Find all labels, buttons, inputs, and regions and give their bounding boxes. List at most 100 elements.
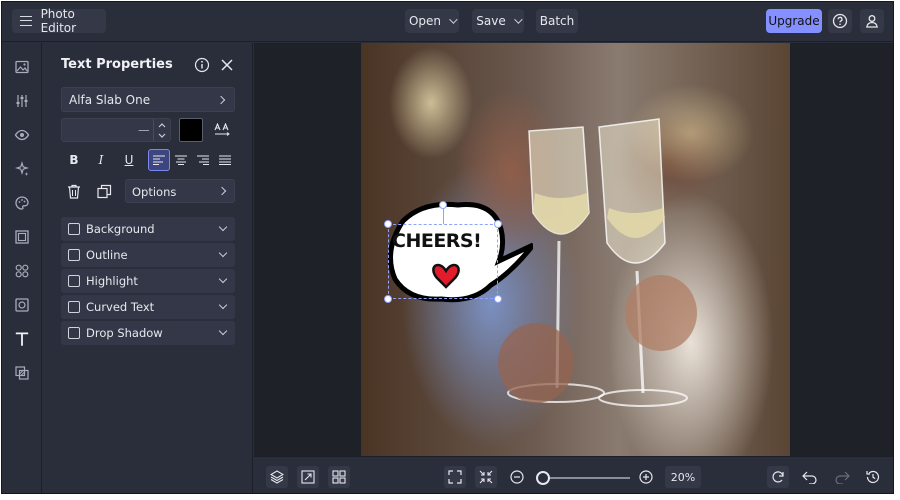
panel-title: Text Properties	[61, 57, 173, 72]
shapes-icon	[15, 264, 29, 278]
overlays-tool-button[interactable]	[10, 361, 34, 385]
fit-screen-button[interactable]	[444, 466, 466, 488]
chevron-down-icon	[218, 222, 228, 232]
bold-button[interactable]: B	[63, 149, 85, 171]
open-label: Open	[408, 14, 442, 28]
highlight-toggle[interactable]: Highlight	[61, 269, 235, 293]
history-button[interactable]	[865, 469, 881, 485]
duplicate-button[interactable]	[93, 180, 115, 202]
info-button[interactable]	[194, 57, 210, 73]
drop-shadow-toggle[interactable]: Drop Shadow	[61, 321, 235, 345]
text-color-swatch[interactable]	[179, 118, 203, 142]
history-icon	[866, 470, 880, 484]
effects-tool-button[interactable]	[10, 157, 34, 181]
chevron-down-icon	[218, 274, 228, 284]
redo-icon	[835, 471, 850, 485]
sparkle-icon	[15, 161, 29, 176]
zoom-level[interactable]: 20%	[665, 466, 701, 488]
app-window: Photo Editor Open Save Batch Upgrade Tex…	[1, 1, 894, 494]
app-title: Photo Editor	[40, 7, 77, 35]
chevron-down-icon	[449, 15, 458, 24]
app-menu-button[interactable]: Photo Editor	[12, 7, 106, 35]
curved-text-toggle[interactable]: Curved Text	[61, 295, 235, 319]
zoom-out-button[interactable]	[510, 470, 524, 484]
align-left-button[interactable]	[148, 149, 170, 171]
delete-button[interactable]	[63, 180, 85, 202]
refresh-icon	[772, 471, 784, 483]
curved-text-label: Curved Text	[86, 300, 155, 314]
texture-icon	[15, 298, 29, 312]
help-button[interactable]	[828, 9, 852, 33]
align-center-button[interactable]	[170, 149, 192, 171]
resize-handle[interactable]	[384, 220, 392, 228]
resize-button[interactable]	[297, 466, 319, 488]
curved-text-checkbox[interactable]	[68, 301, 80, 313]
textures-tool-button[interactable]	[10, 293, 34, 317]
background-checkbox[interactable]	[68, 223, 80, 235]
zoom-slider[interactable]	[536, 471, 630, 485]
highlight-checkbox[interactable]	[68, 275, 80, 287]
layers-overlay-icon	[15, 366, 29, 380]
zoom-slider-handle[interactable]	[536, 471, 550, 485]
resize-icon	[301, 470, 315, 484]
align-right-button[interactable]	[192, 149, 214, 171]
drop-shadow-checkbox[interactable]	[68, 327, 80, 339]
frames-tool-button[interactable]	[10, 225, 34, 249]
trash-icon	[68, 184, 80, 199]
close-panel-button[interactable]	[220, 58, 234, 72]
italic-button[interactable]: I	[90, 149, 112, 171]
stepper-divider	[153, 119, 154, 141]
actual-size-button[interactable]	[475, 466, 497, 488]
sliders-icon	[16, 95, 28, 107]
resize-handle[interactable]	[384, 295, 392, 303]
chevron-down-icon	[513, 15, 523, 24]
font-size-stepper[interactable]: —	[61, 118, 171, 142]
align-right-icon	[197, 155, 209, 165]
resize-handle[interactable]	[494, 295, 502, 303]
text-case-button[interactable]	[211, 119, 233, 141]
outline-toggle[interactable]: Outline	[61, 243, 235, 267]
align-center-icon	[175, 155, 187, 165]
chevron-down-icon	[218, 326, 228, 336]
font-selector[interactable]: Alfa Slab One	[61, 87, 235, 112]
shrink-icon	[479, 470, 493, 484]
layers-button[interactable]	[266, 466, 288, 488]
upgrade-button[interactable]: Upgrade	[766, 9, 822, 33]
rotate-handle[interactable]	[439, 201, 447, 209]
info-icon	[194, 57, 210, 73]
undo-button[interactable]	[802, 470, 818, 485]
graphics-tool-button[interactable]	[10, 259, 34, 283]
chevron-right-icon	[217, 186, 227, 196]
reset-button[interactable]	[767, 466, 789, 488]
text-tool-button[interactable]	[10, 327, 34, 351]
options-button[interactable]: Options	[125, 179, 235, 203]
outline-checkbox[interactable]	[68, 249, 80, 261]
photo-canvas[interactable]: CHEERS!	[361, 43, 790, 456]
zoom-out-icon	[510, 470, 524, 484]
align-left-icon	[153, 155, 165, 165]
chevron-right-icon	[216, 95, 226, 105]
artsy-tool-button[interactable]	[10, 191, 34, 215]
chevron-up-icon[interactable]	[158, 122, 166, 128]
save-label: Save	[476, 14, 506, 28]
redo-button[interactable]	[834, 470, 850, 485]
outline-label: Outline	[86, 248, 128, 262]
adjust-tool-button[interactable]	[10, 89, 34, 113]
view-tool-button[interactable]	[10, 123, 34, 147]
underline-button[interactable]: U	[118, 149, 140, 171]
save-menu-button[interactable]: Save	[472, 9, 524, 33]
hamburger-icon	[20, 16, 32, 26]
align-justify-icon	[219, 155, 231, 165]
top-bar: Photo Editor Open Save Batch Upgrade	[2, 2, 893, 42]
account-button[interactable]	[860, 9, 884, 33]
background-toggle[interactable]: Background	[61, 217, 235, 241]
image-tool-button[interactable]	[10, 55, 34, 79]
chevron-down-icon[interactable]	[158, 133, 166, 139]
open-menu-button[interactable]: Open	[405, 9, 459, 33]
zoom-in-button[interactable]	[639, 470, 653, 484]
resize-handle[interactable]	[494, 220, 502, 228]
align-justify-button[interactable]	[214, 149, 236, 171]
grid-view-button[interactable]	[328, 466, 350, 488]
selection-box[interactable]	[388, 224, 498, 299]
batch-button[interactable]: Batch	[536, 9, 578, 33]
